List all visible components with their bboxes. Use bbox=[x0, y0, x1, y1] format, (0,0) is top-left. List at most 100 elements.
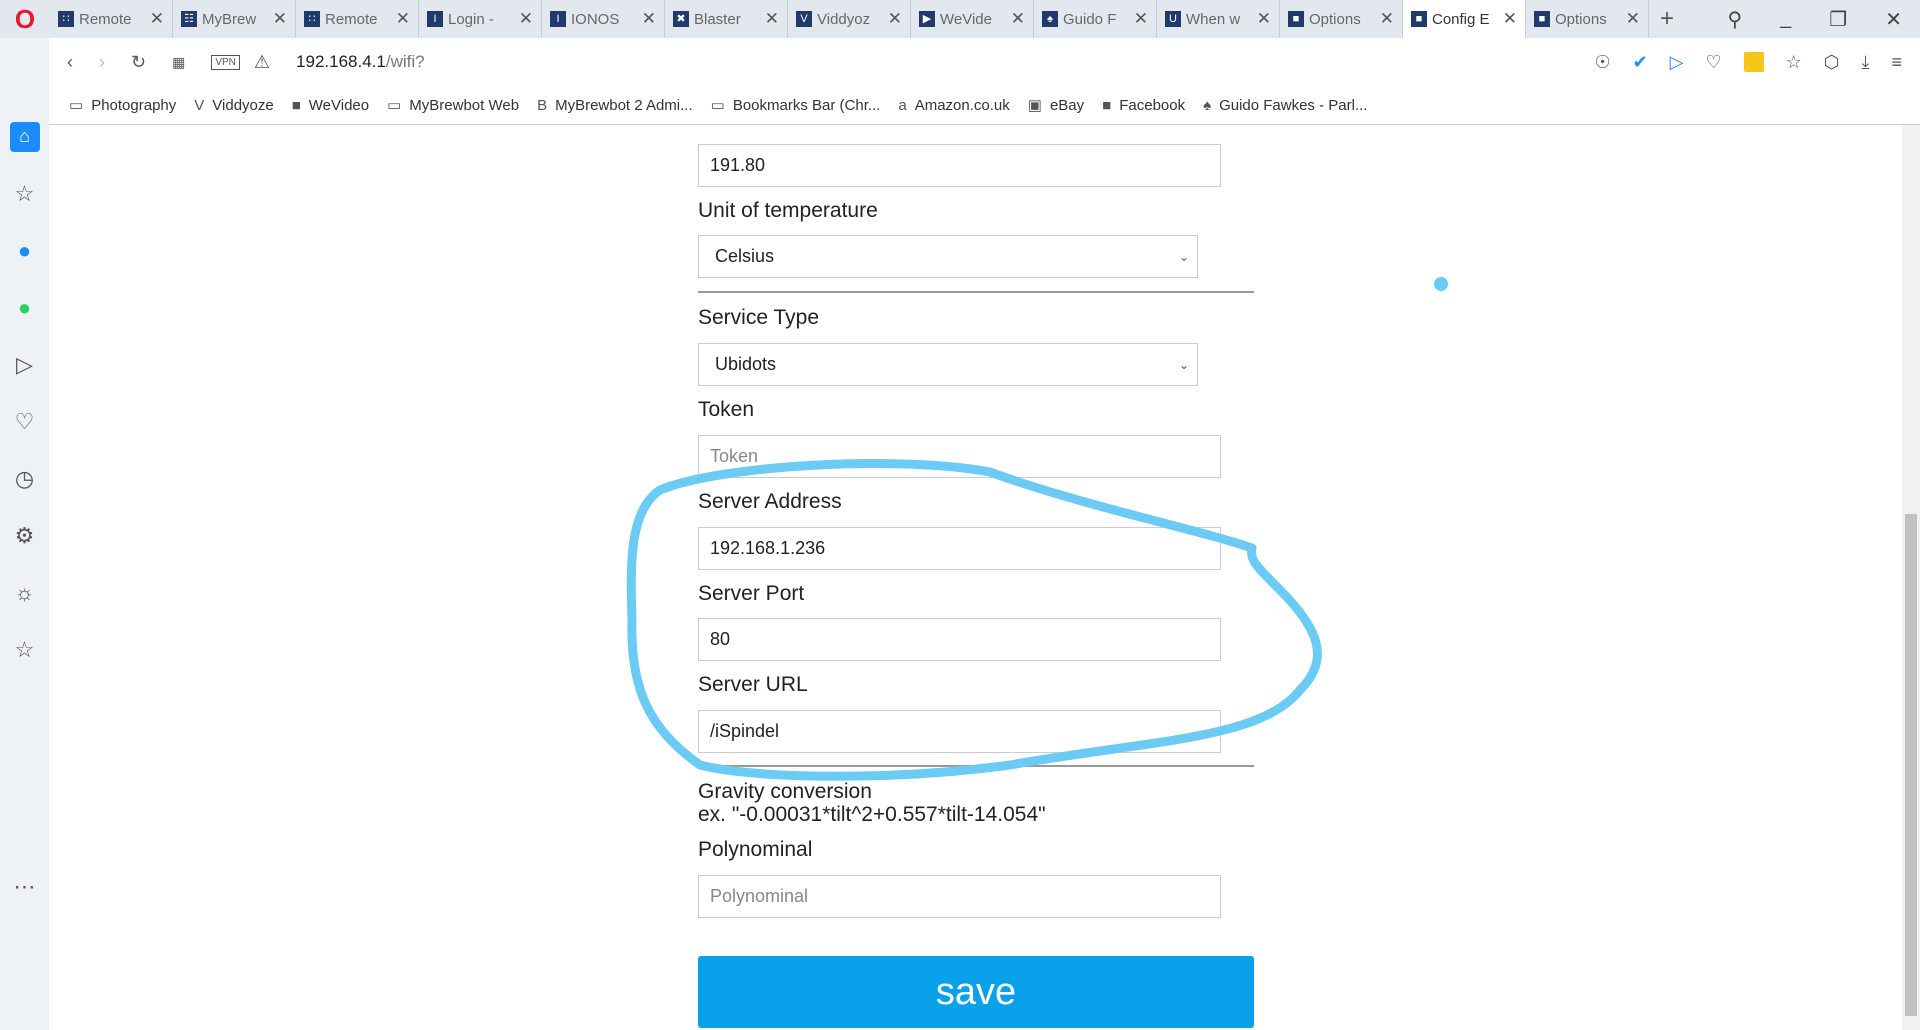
server-url-input[interactable]: /iSpindel bbox=[698, 710, 1221, 753]
tab[interactable]: U When w ✕ bbox=[1157, 0, 1280, 38]
server-port-input[interactable]: 80 bbox=[698, 618, 1221, 661]
warning-icon[interactable]: ⚠ bbox=[254, 52, 270, 73]
more-icon[interactable]: ⋯ bbox=[0, 858, 49, 915]
blaster-icon: ✖ bbox=[673, 11, 689, 27]
tab[interactable]: ▶ WeVide ✕ bbox=[911, 0, 1034, 38]
bookmark-item[interactable]: B MyBrewbot 2 Admi... bbox=[537, 97, 693, 114]
close-window-button[interactable]: ✕ bbox=[1885, 7, 1902, 32]
save-button[interactable]: save bbox=[698, 956, 1254, 1028]
search-tabs-icon[interactable]: ⚲ bbox=[1728, 7, 1743, 32]
reload-icon[interactable]: ↻ bbox=[131, 52, 146, 73]
new-tab-button[interactable]: + bbox=[1649, 5, 1685, 33]
download-icon[interactable]: ⤓ bbox=[1862, 52, 1870, 73]
tab[interactable]: ∷ Remote ✕ bbox=[50, 0, 173, 38]
bookmark-item[interactable]: ■ Facebook bbox=[1102, 97, 1185, 114]
url-field[interactable]: 192.168.4.1/wifi? bbox=[296, 52, 425, 72]
u-icon: U bbox=[1165, 11, 1181, 27]
close-tab-icon[interactable]: ✕ bbox=[150, 9, 164, 29]
scrollbar-thumb[interactable] bbox=[1905, 514, 1917, 1016]
server-port-label: Server Port bbox=[698, 582, 805, 605]
tab[interactable]: ■ Options ✕ bbox=[1526, 0, 1649, 38]
close-tab-icon[interactable]: ✕ bbox=[273, 9, 287, 29]
close-tab-icon[interactable]: ✕ bbox=[396, 9, 410, 29]
server-address-input[interactable]: 192.168.1.236 bbox=[698, 527, 1221, 570]
tab[interactable]: ∷ Remote ✕ bbox=[296, 0, 419, 38]
bookmark-label: Facebook bbox=[1119, 96, 1186, 114]
tab[interactable]: I IONOS ✕ bbox=[542, 0, 665, 38]
bookmark-item[interactable]: ▣ eBay bbox=[1028, 96, 1084, 115]
bookmark-item[interactable]: ▭ Bookmarks Bar (Chr... bbox=[711, 96, 881, 115]
close-tab-icon[interactable]: ✕ bbox=[765, 9, 779, 29]
page-icon: ■ bbox=[1102, 96, 1112, 114]
vpn-badge[interactable]: VPN bbox=[211, 54, 240, 70]
guido-icon: ♠ bbox=[1042, 11, 1058, 27]
camera-icon[interactable]: ☉ bbox=[1594, 52, 1610, 73]
close-tab-icon[interactable]: ✕ bbox=[519, 9, 533, 29]
token-label: Token bbox=[698, 398, 755, 421]
tab[interactable]: I Login - ✕ bbox=[419, 0, 542, 38]
bookmark-item[interactable]: ▭ MyBrewbot Web bbox=[387, 96, 519, 115]
close-tab-icon[interactable]: ✕ bbox=[1134, 9, 1148, 29]
shield-check-icon[interactable]: ✔ bbox=[1633, 52, 1648, 73]
back-icon[interactable]: ‹ bbox=[67, 52, 73, 73]
folder-icon: ▭ bbox=[69, 97, 84, 114]
opera-menu-icon[interactable]: O bbox=[0, 4, 50, 35]
close-tab-icon[interactable]: ✕ bbox=[1011, 9, 1025, 29]
extension-icon[interactable] bbox=[1743, 52, 1764, 72]
restore-button[interactable]: ❐ bbox=[1829, 7, 1847, 32]
forward-icon[interactable]: › bbox=[99, 52, 105, 73]
settings-icon[interactable]: ⚙ bbox=[0, 507, 49, 564]
messenger-icon[interactable]: ● bbox=[0, 222, 49, 279]
star-icon[interactable]: ☆ bbox=[1786, 52, 1802, 73]
sidebar: ⌂ ☆ ● ● ▷ ♡ ◷ ⚙ ☼ ☆ ⋯ bbox=[0, 38, 49, 1030]
whatsapp-icon[interactable]: ● bbox=[0, 279, 49, 336]
star-icon[interactable]: ☆ bbox=[0, 621, 49, 678]
speed-dial-icon[interactable]: ▦ bbox=[172, 54, 185, 71]
tab[interactable]: ✖ Blaster ✕ bbox=[665, 0, 788, 38]
tab[interactable]: ☷ MyBrew ✕ bbox=[173, 0, 296, 38]
history-icon[interactable]: ◷ bbox=[0, 450, 49, 507]
window-controls: ⚲ _ ❐ ✕ bbox=[1728, 7, 1920, 32]
tab-bar: O ∷ Remote ✕ ☷ MyBrew ✕ ∷ Remote ✕ I Login - ✕ I IONO… bbox=[0, 0, 1920, 38]
bookmark-item[interactable]: ■ WeVideo bbox=[292, 97, 369, 114]
bookmark-label: Viddyoze bbox=[212, 96, 274, 114]
close-tab-icon[interactable]: ✕ bbox=[1503, 9, 1517, 29]
tab[interactable]: ♠ Guido F ✕ bbox=[1034, 0, 1157, 38]
settings-sliders-icon[interactable]: ≡ bbox=[1891, 52, 1902, 73]
close-tab-icon[interactable]: ✕ bbox=[1380, 9, 1394, 29]
amazon-icon: a bbox=[898, 96, 907, 114]
tab[interactable]: ■ Config E ✕ bbox=[1403, 0, 1526, 38]
bookmark-item[interactable]: V Viddyoze bbox=[194, 97, 273, 114]
tab-label: IONOS bbox=[571, 10, 620, 28]
polynominal-input[interactable]: Polynominal bbox=[698, 875, 1221, 918]
bookmark-label: WeVideo bbox=[308, 96, 370, 114]
close-tab-icon[interactable]: ✕ bbox=[1626, 9, 1640, 29]
bookmarks-bar: ▭ Photography V Viddyoze ■ WeVideo ▭ MyBrewbot … bbox=[49, 86, 1920, 125]
tab[interactable]: V Viddyoz ✕ bbox=[788, 0, 911, 38]
send-icon[interactable]: ▷ bbox=[0, 336, 49, 393]
unit-select[interactable]: Celsius ⌄ bbox=[698, 235, 1198, 278]
tab-label: Options bbox=[1555, 10, 1607, 28]
close-tab-icon[interactable]: ✕ bbox=[888, 9, 902, 29]
token-input[interactable]: Token bbox=[698, 435, 1221, 478]
tabs: ∷ Remote ✕ ☷ MyBrew ✕ ∷ Remote ✕ I Login - ✕ I IONOS ✕… bbox=[50, 0, 1649, 38]
service-label: Service Type bbox=[698, 306, 820, 329]
tab[interactable]: ■ Options ✕ bbox=[1280, 0, 1403, 38]
bookmark-item[interactable]: a Amazon.co.uk bbox=[898, 97, 1009, 114]
heart-icon[interactable]: ♡ bbox=[0, 393, 49, 450]
close-tab-icon[interactable]: ✕ bbox=[642, 9, 656, 29]
star-outline-icon[interactable]: ☆ bbox=[0, 165, 49, 222]
cube-icon[interactable]: ⬡ bbox=[1824, 52, 1840, 73]
minimize-button[interactable]: _ bbox=[1780, 7, 1791, 32]
send-icon[interactable]: ▷ bbox=[1670, 52, 1684, 73]
service-select[interactable]: Ubidots ⌄ bbox=[698, 343, 1198, 386]
close-tab-icon[interactable]: ✕ bbox=[1257, 9, 1271, 29]
heart-icon[interactable]: ♡ bbox=[1706, 52, 1722, 73]
bookmark-item[interactable]: ♠ Guido Fawkes - Parl... bbox=[1203, 97, 1367, 114]
bookmark-item[interactable]: ▭ Photography bbox=[69, 96, 176, 115]
scrollbar[interactable] bbox=[1902, 125, 1920, 1030]
tab-label: Blaster bbox=[694, 10, 741, 28]
top-value-input[interactable]: 191.80 bbox=[698, 144, 1221, 187]
sidebar-home[interactable]: ⌂ bbox=[0, 108, 49, 165]
lightbulb-icon[interactable]: ☼ bbox=[0, 564, 49, 621]
